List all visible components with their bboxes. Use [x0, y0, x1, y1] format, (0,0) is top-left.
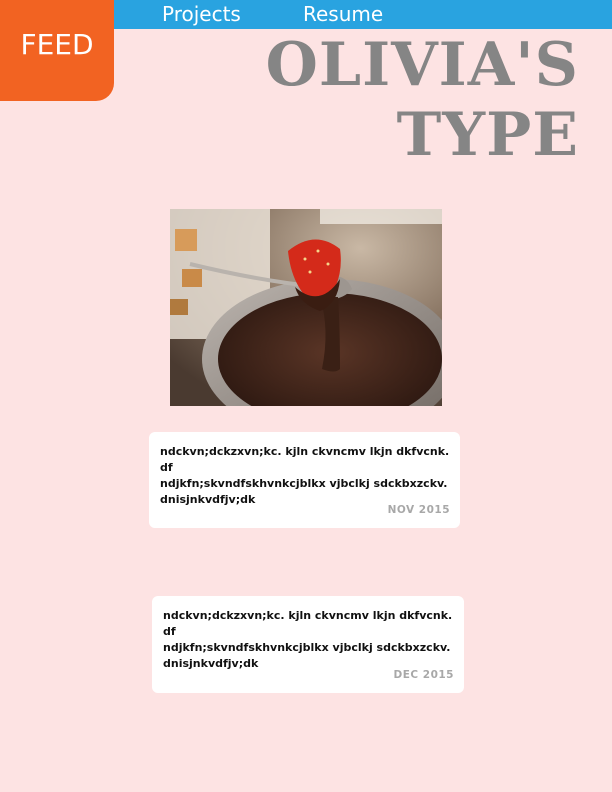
post-date: DEC 2015: [393, 669, 454, 681]
page-title-line2: TYPE: [396, 100, 579, 170]
post-body-text: ndckvn;dckzxvn;kc. kjln ckvncmv lkjn dkf…: [160, 445, 450, 506]
hero-photo-chocolate-strawberry: [170, 209, 442, 406]
nav-projects-link[interactable]: Projects: [162, 0, 241, 29]
post-body-text: ndckvn;dckzxvn;kc. kjln ckvncmv lkjn dkf…: [163, 609, 453, 670]
post-date: NOV 2015: [387, 504, 450, 516]
feed-tab[interactable]: FEED: [0, 0, 114, 101]
page-title-line1: OLIVIA'S: [265, 30, 579, 100]
feed-tab-label: FEED: [20, 28, 94, 61]
page-title: OLIVIA'S TYPE: [266, 30, 579, 170]
nav-resume-link[interactable]: Resume: [303, 0, 383, 29]
feed-post-card: ndckvn;dckzxvn;kc. kjln ckvncmv lkjn dkf…: [149, 432, 460, 528]
feed-post-card: ndckvn;dckzxvn;kc. kjln ckvncmv lkjn dkf…: [152, 596, 464, 693]
